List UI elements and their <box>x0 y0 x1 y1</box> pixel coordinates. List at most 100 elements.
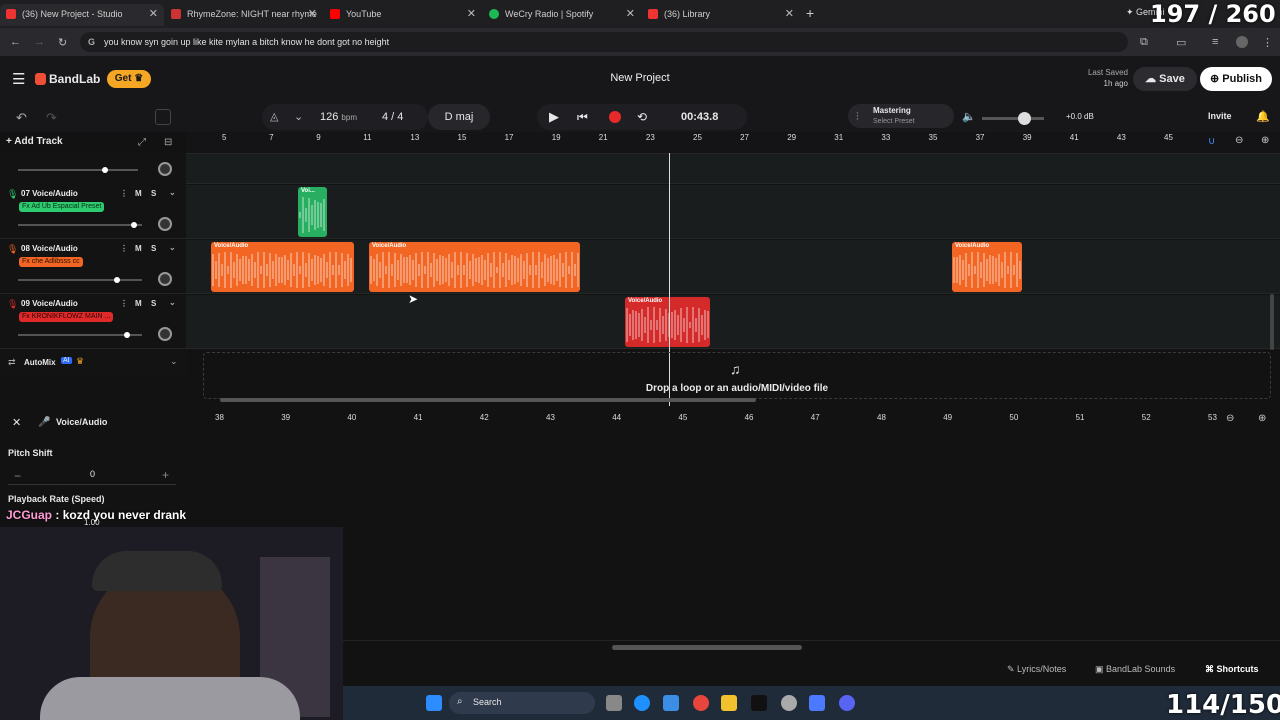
track-menu-icon[interactable]: ⋮ <box>120 244 128 253</box>
menu-dots-icon[interactable]: ⋮ <box>1262 36 1273 49</box>
fx-preset-badge[interactable]: Fx KRONIKFLOWZ MAIN ... <box>19 312 114 322</box>
bell-icon[interactable]: 🔔 <box>1256 110 1270 123</box>
pan-knob[interactable] <box>158 162 172 176</box>
master-volume-slider[interactable] <box>982 112 1044 125</box>
tab-rhymezone[interactable]: RhymeZone: NIGHT near rhyme ✕ <box>165 4 323 26</box>
playlist-icon[interactable]: ≡ <box>1212 36 1218 48</box>
chevron-down-icon[interactable]: ⌄ <box>294 104 303 130</box>
hamburger-icon[interactable]: ☰ <box>12 70 25 88</box>
editor-ruler[interactable]: 38 39 40 41 42 43 44 45 46 47 48 49 50 51 52 53 ⊖ ⊕ <box>186 410 1280 428</box>
close-icon[interactable]: ✕ <box>626 4 635 24</box>
close-icon[interactable]: ✕ <box>785 4 794 24</box>
slider-thumb[interactable] <box>102 167 108 173</box>
slider-thumb[interactable] <box>114 277 120 283</box>
add-track-button[interactable]: + Add Track <box>6 136 76 152</box>
mastering-button[interactable]: ⫶ Mastering Select Preset <box>848 104 954 128</box>
track-header-09[interactable]: 🎙 09 Voice/Audio Fx KRONIKFLOWZ MAIN ... ⋮ M… <box>0 295 186 349</box>
audio-clip[interactable]: Voi... <box>298 187 327 237</box>
tab-youtube[interactable]: YouTube ✕ <box>324 4 482 26</box>
fx-preset-badge[interactable]: Fx che Adlibsss cc <box>19 257 83 267</box>
invite-button[interactable]: Invite <box>1208 111 1232 121</box>
bpm-field[interactable]: 126 bpm <box>320 104 357 131</box>
zoom-out-icon[interactable]: ⊖ <box>1226 413 1234 424</box>
chevron-down-icon[interactable]: ⌄ <box>169 243 176 252</box>
time-signature[interactable]: 4 / 4 <box>382 104 403 130</box>
audio-clip[interactable]: Voice/Audio <box>625 297 710 347</box>
zoom-in-icon[interactable]: ⊕ <box>1261 135 1269 146</box>
publish-button[interactable]: ⊕ Publish <box>1200 67 1272 91</box>
audio-clip[interactable]: Voice/Audio <box>369 242 580 292</box>
new-tab-icon[interactable]: + <box>806 5 814 21</box>
mute-button[interactable]: M <box>135 244 142 253</box>
track-menu-icon[interactable]: ⋮ <box>120 299 128 308</box>
solo-button[interactable]: S <box>151 244 156 253</box>
key-selector[interactable]: D maj <box>428 104 490 130</box>
horizontal-scrollbar[interactable] <box>220 398 756 402</box>
mute-button[interactable]: M <box>135 299 142 308</box>
discord-icon[interactable] <box>839 695 855 711</box>
loop-icon[interactable]: ⟲ <box>637 104 647 130</box>
lyrics-notes-button[interactable]: ✎ Lyrics/Notes <box>1007 664 1066 680</box>
zoom-in-icon[interactable]: ⊕ <box>1258 413 1266 424</box>
pan-knob[interactable] <box>158 272 172 286</box>
bandlab-sounds-button[interactable]: ▣ BandLab Sounds <box>1095 664 1175 680</box>
taskbar-search[interactable]: ⌕ Search <box>449 692 595 714</box>
snap-magnet-icon[interactable]: ∪ <box>1208 136 1215 147</box>
url-input[interactable]: G you know syn goin up like kite mylan a… <box>80 32 1128 52</box>
editor-scrollbar[interactable] <box>612 645 802 650</box>
mute-button[interactable]: M <box>135 189 142 198</box>
project-title[interactable]: New Project <box>580 72 700 84</box>
track-header-07[interactable]: 🎙 07 Voice/Audio Fx Ad Ub Espacial Preset ⋮… <box>0 185 186 239</box>
store-icon[interactable] <box>663 695 679 711</box>
mixer-icon[interactable] <box>155 109 171 125</box>
chevron-down-icon[interactable]: ⌄ <box>169 298 176 307</box>
undo-icon[interactable]: ↶ <box>16 110 27 126</box>
track-lane-09[interactable] <box>186 295 1280 349</box>
automix-row[interactable]: ⇄ AutoMix AI ♛ ⌄ <box>0 349 186 377</box>
audio-clip[interactable]: Voice/Audio <box>211 242 354 292</box>
metronome-icon[interactable]: ◬ <box>270 104 278 130</box>
track-lane-07[interactable] <box>186 185 1280 239</box>
reload-icon[interactable]: ↻ <box>58 36 67 49</box>
tab-studio[interactable]: (36) New Project - Studio ✕ <box>0 4 164 26</box>
save-button[interactable]: ☁ Save <box>1133 67 1197 91</box>
speaker-icon[interactable]: 🔈 <box>962 110 976 123</box>
close-icon[interactable]: ✕ <box>308 4 317 24</box>
zoom-out-icon[interactable]: ⊖ <box>1235 135 1243 146</box>
cast-icon[interactable]: ▭ <box>1176 36 1186 49</box>
chrome-icon[interactable] <box>693 695 709 711</box>
vertical-scrollbar[interactable] <box>1270 294 1274 350</box>
slider-thumb[interactable] <box>123 332 130 338</box>
tab-library[interactable]: (36) Library ✕ <box>642 4 800 26</box>
audio-clip[interactable]: Voice/Audio <box>952 242 1022 292</box>
plus-icon[interactable]: + <box>162 468 169 482</box>
drop-zone[interactable]: ♫ Drop a loop or an audio/MIDI/video fil… <box>203 352 1271 399</box>
close-icon[interactable]: ✕ <box>467 4 476 24</box>
track-menu-icon[interactable]: ⋮ <box>120 189 128 198</box>
solo-button[interactable]: S <box>151 189 156 198</box>
close-icon[interactable]: ✕ <box>149 4 158 24</box>
pan-knob[interactable] <box>158 327 172 341</box>
avatar[interactable] <box>1236 36 1248 48</box>
pitch-shift-stepper[interactable]: − 0 + <box>8 467 176 485</box>
edge-icon[interactable] <box>634 695 650 711</box>
task-view-icon[interactable] <box>606 695 622 711</box>
track-06-lane[interactable] <box>186 154 1280 184</box>
back-icon[interactable]: ← <box>10 36 21 48</box>
tiktok-icon[interactable] <box>751 695 767 711</box>
chevron-down-icon[interactable]: ⌄ <box>169 188 176 197</box>
track-name[interactable]: 07 Voice/Audio <box>21 189 78 198</box>
extensions-icon[interactable]: ⧉ <box>1140 36 1148 49</box>
forward-icon[interactable]: → <box>34 36 45 48</box>
tools-icon[interactable]: ⤢ <box>138 137 146 148</box>
redo-icon[interactable]: ↷ <box>46 110 57 126</box>
app-icon[interactable] <box>809 695 825 711</box>
volume-slider[interactable] <box>18 222 142 228</box>
pan-knob[interactable] <box>158 217 172 231</box>
file-explorer-icon[interactable] <box>721 695 737 711</box>
options-icon[interactable]: ⊟ <box>164 137 172 148</box>
skip-back-icon[interactable]: ⏮ <box>577 104 588 130</box>
get-membership-button[interactable]: Get ♛ <box>107 70 151 88</box>
play-icon[interactable]: ▶ <box>549 104 559 130</box>
obs-icon[interactable] <box>781 695 797 711</box>
